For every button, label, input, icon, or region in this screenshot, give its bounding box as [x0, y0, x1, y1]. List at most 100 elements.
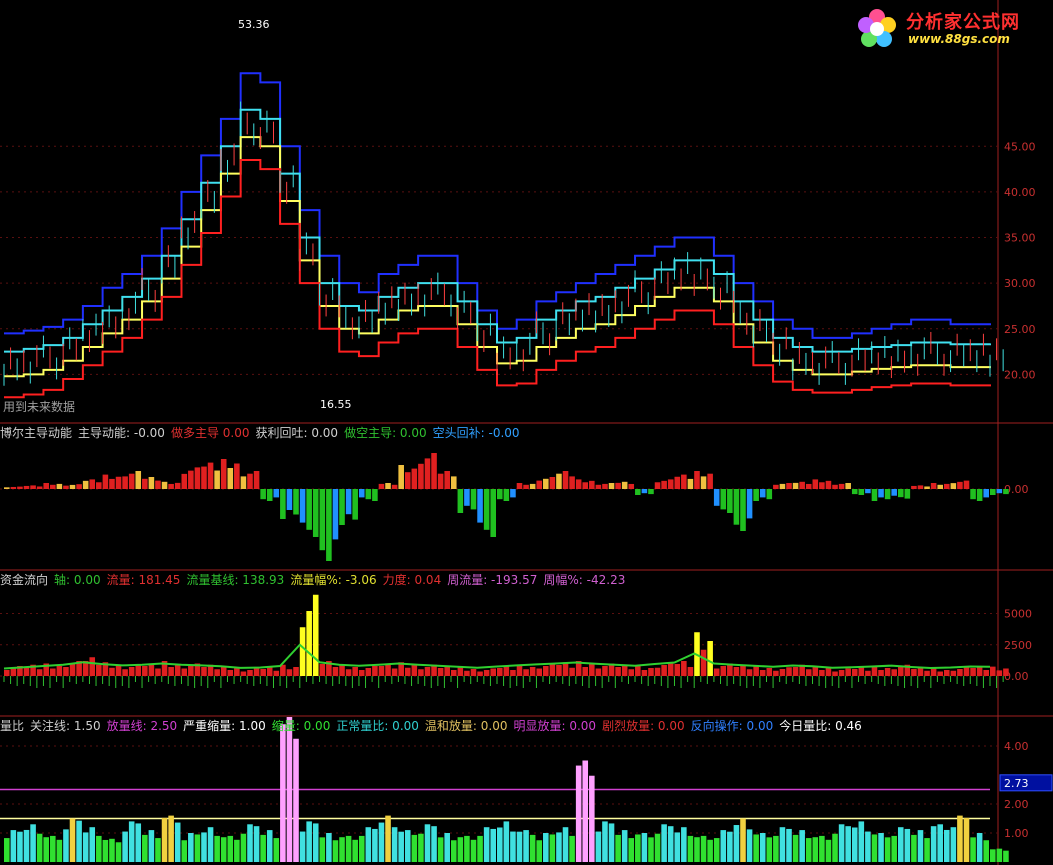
fund-flow-bar: [299, 627, 306, 676]
volume-ratio-bar: [832, 833, 838, 862]
fund-flow-bar: [786, 667, 792, 676]
momentum-bar: [556, 473, 562, 489]
fund-flow-bar: [174, 664, 181, 676]
momentum-bar: [832, 484, 838, 489]
fund-flow-bar: [490, 668, 496, 676]
volume-ratio-bar: [378, 822, 385, 862]
fund-flow-bar: [681, 661, 687, 676]
fund-flow-bar: [332, 667, 339, 676]
volume-ratio-bar: [142, 834, 148, 862]
momentum-bar: [543, 478, 549, 489]
fund-flow-bar: [562, 662, 569, 676]
fund-flow-bar: [674, 664, 681, 676]
momentum-bar: [174, 482, 181, 489]
fund-flow-bar: [832, 671, 838, 676]
header-item: 关注线: 1.50: [30, 719, 101, 733]
fund-flow-bar: [911, 669, 917, 676]
momentum-bar: [700, 476, 707, 489]
fund-flow-bar: [773, 670, 779, 676]
momentum-bar: [345, 489, 352, 515]
momentum-bar: [497, 489, 503, 500]
fund-flow-bar: [201, 667, 207, 676]
header-item: 轴: 0.00: [54, 573, 101, 587]
fund-flow-baseline: [3, 643, 991, 670]
fund-flow-bar: [109, 667, 115, 676]
momentum-bar: [391, 484, 398, 489]
volume-ratio-bar: [700, 835, 707, 862]
momentum-bar: [23, 485, 30, 489]
fund-flow-bar: [50, 668, 56, 676]
momentum-bar: [188, 470, 194, 489]
volume-ratio-bar: [858, 821, 865, 862]
momentum-bar: [766, 489, 773, 500]
y-tick-label: 25.00: [1004, 323, 1036, 336]
volume-ratio-bar: [759, 833, 766, 862]
channel-line: [4, 72, 991, 339]
fund-flow-bar: [595, 668, 602, 676]
volume-ratio-bar: [897, 827, 904, 862]
y-tick-label: 20.00: [1004, 368, 1036, 381]
volume-ratio-bar: [562, 827, 569, 862]
volume-ratio-bar: [76, 820, 82, 862]
momentum-bar: [181, 473, 188, 489]
volume-ratio-bar: [273, 838, 280, 862]
momentum-bar: [687, 478, 694, 489]
volume-ratio-bar: [253, 826, 260, 862]
volume-ratio-bar: [247, 824, 253, 862]
volume-ratio-bar: [266, 830, 273, 862]
momentum-header: 博尔主导动能 主导动能: -0.00 做多主导 0.00 获利回吐: 0.00 做空主导…: [0, 425, 526, 441]
volume-ratio-bar: [135, 823, 142, 862]
fund-flow-bar: [897, 667, 904, 676]
fund-flow-bar: [358, 670, 365, 676]
momentum-bar: [865, 489, 871, 494]
momentum-bar: [753, 489, 759, 501]
y-tick-label: 30.00: [1004, 277, 1036, 290]
fund-flow-bar: [621, 664, 628, 676]
fund-flow-bar: [477, 671, 483, 676]
volume-ratio-bar: [326, 833, 332, 862]
fund-flow-bar: [234, 668, 240, 676]
fund-flow-bar: [497, 668, 503, 676]
volume-ratio-bar: [82, 832, 89, 862]
future-data-note: 用到未来数据: [3, 400, 76, 414]
momentum-bar: [950, 483, 957, 489]
header-item: 力度: 0.04: [382, 573, 442, 587]
volume-ratio-bar: [510, 831, 516, 862]
fund-flow-bar: [615, 667, 621, 676]
volume-ratio-bar: [851, 827, 858, 862]
header-item: 做多主导 0.00: [170, 426, 250, 440]
volume-ratio-bar: [372, 828, 378, 862]
fund-flow-bar: [444, 666, 450, 676]
fund-flow-bar: [10, 668, 17, 676]
volume-ratio-bar: [733, 825, 740, 862]
momentum-bar: [431, 453, 437, 489]
volume-ratio-bar: [957, 815, 963, 862]
volume-ratio-bar: [391, 827, 398, 862]
volume-ratio-bar: [753, 834, 759, 862]
fund-flow-bar: [286, 669, 293, 676]
fund-flow-bar: [247, 670, 253, 676]
momentum-bar: [917, 485, 924, 489]
site-logo[interactable]: 分析家公式网 www.88gs.com: [852, 6, 1048, 52]
volume-ratio-bar: [595, 831, 602, 862]
fund-flow-bar: [510, 670, 516, 676]
fund-flow-bar: [115, 665, 122, 676]
momentum-bar: [608, 483, 615, 489]
y-tick-label: 5000: [1004, 608, 1032, 621]
fund-flow-header: 资金流向 轴: 0.00 流量: 181.45 流量基线: 138.93 流量幅%: -…: [0, 572, 631, 588]
momentum-bar: [615, 482, 621, 489]
volume-ratio-bar: [418, 833, 424, 862]
volume-ratio-bar: [174, 822, 181, 862]
fund-flow-bar: [937, 671, 943, 676]
fund-flow-bar: [483, 670, 490, 676]
momentum-bar: [43, 483, 50, 489]
momentum-bar: [904, 489, 911, 499]
momentum-bar: [155, 480, 161, 489]
fund-flow-bar: [385, 663, 391, 676]
momentum-bar: [220, 459, 227, 489]
fund-flow-bar: [365, 668, 372, 676]
fund-flow-bar: [792, 667, 799, 676]
momentum-bar: [858, 489, 865, 495]
momentum-bar: [444, 471, 450, 489]
momentum-bar: [404, 472, 411, 489]
